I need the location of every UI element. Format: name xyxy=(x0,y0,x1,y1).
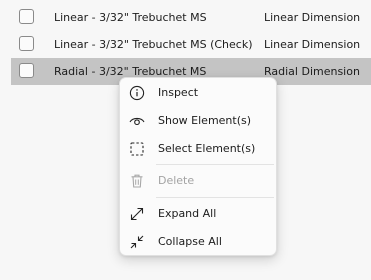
menu-separator xyxy=(156,197,274,198)
expand-icon xyxy=(128,205,146,223)
menu-item-label: Delete xyxy=(158,174,195,187)
menu-item-delete[interactable]: Delete xyxy=(124,167,272,194)
trash-icon xyxy=(128,172,146,190)
row-type: Linear Dimension xyxy=(264,38,361,51)
menu-item-label: Collapse All xyxy=(158,235,222,248)
menu-separator xyxy=(156,164,274,165)
menu-item-expand-all[interactable]: Expand All xyxy=(124,200,272,227)
row-checkbox[interactable] xyxy=(19,9,34,24)
eye-icon xyxy=(128,112,146,130)
list-row[interactable]: Linear - 3/32" Trebuchet MS (Check) Line… xyxy=(0,31,371,58)
row-name: Linear - 3/32" Trebuchet MS (Check) xyxy=(54,38,253,51)
dashed-select-icon xyxy=(128,140,146,158)
menu-item-select-elements[interactable]: Select Element(s) xyxy=(124,135,272,162)
row-type: Linear Dimension xyxy=(264,11,361,24)
menu-item-label: Expand All xyxy=(158,207,217,220)
row-name: Linear - 3/32" Trebuchet MS xyxy=(54,11,207,24)
row-type: Radial Dimension xyxy=(264,65,360,78)
info-icon xyxy=(128,84,146,102)
list-row[interactable]: Linear - 3/32" Trebuchet MS Linear Dimen… xyxy=(0,4,371,31)
menu-item-label: Show Element(s) xyxy=(158,114,252,127)
menu-item-collapse-all[interactable]: Collapse All xyxy=(124,228,272,255)
collapse-icon xyxy=(128,233,146,251)
menu-item-inspect[interactable]: Inspect xyxy=(124,79,272,106)
menu-item-show-elements[interactable]: Show Element(s) xyxy=(124,107,272,134)
menu-item-label: Inspect xyxy=(158,86,199,99)
row-checkbox[interactable] xyxy=(19,63,34,78)
element-list: Linear - 3/32" Trebuchet MS Linear Dimen… xyxy=(0,4,371,85)
row-checkbox[interactable] xyxy=(19,36,34,51)
context-menu: Inspect Show Element(s) Select Element(s… xyxy=(119,77,277,256)
menu-item-label: Select Element(s) xyxy=(158,142,256,155)
